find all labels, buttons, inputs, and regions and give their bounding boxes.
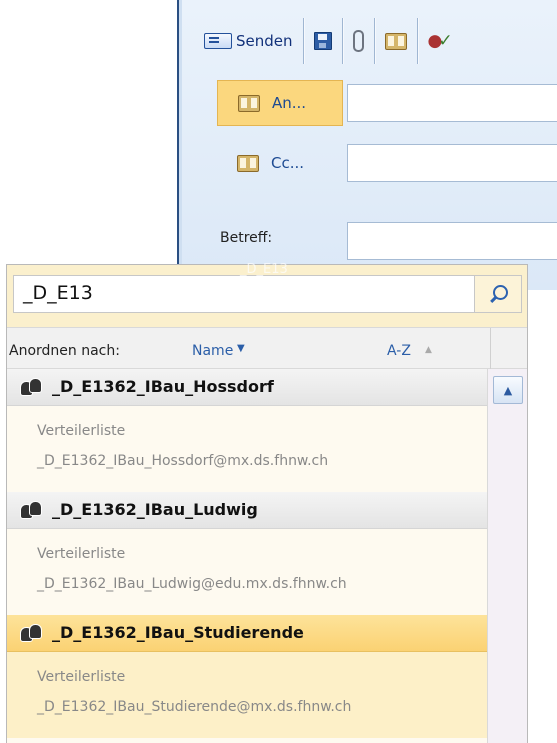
compose-toolbar: Senden ●✓ xyxy=(182,10,557,72)
send-icon xyxy=(204,33,232,49)
cc-field[interactable] xyxy=(347,144,557,182)
chevron-up-icon: ▲ xyxy=(503,383,513,397)
to-row: An... xyxy=(182,80,557,126)
cc-button[interactable]: Cc... xyxy=(217,140,343,186)
to-button[interactable]: An... xyxy=(217,80,343,126)
search-input[interactable]: _D_E13 xyxy=(13,275,475,313)
save-button[interactable] xyxy=(304,14,342,68)
list-item-email: _D_E1362_IBau_Ludwig@edu.mx.ds.fhnw.ch xyxy=(37,576,347,592)
list-item-type: Verteilerliste xyxy=(37,546,126,562)
sort-bar: Anordnen nach: Name ▼ A-Z ▲ xyxy=(7,327,527,370)
list-item[interactable]: _D_E1362_IBau_Ludwig Verteilerliste _D_E… xyxy=(7,492,487,615)
sort-field-selector[interactable]: Name xyxy=(192,343,233,359)
cc-row: Cc... xyxy=(182,140,557,184)
sort-ascending-icon: ▲ xyxy=(425,345,432,355)
address-book-icon xyxy=(384,32,407,50)
scroll-up-button[interactable]: ▲ xyxy=(493,376,523,404)
list-item-type: Verteilerliste xyxy=(37,669,126,685)
attach-button[interactable] xyxy=(343,14,374,68)
list-item-type: Verteilerliste xyxy=(37,423,126,439)
list-item-email: _D_E1362_IBau_Hossdorf@mx.ds.fhnw.ch xyxy=(37,453,329,469)
list-item-name: _D_E1362_IBau_Ludwig xyxy=(52,500,258,519)
list-item-name: _D_E1362_IBau_Hossdorf xyxy=(52,377,274,396)
to-button-label: An... xyxy=(272,94,307,112)
search-icon xyxy=(492,284,508,300)
save-icon xyxy=(313,32,332,50)
check-names-icon: ●✓ xyxy=(427,31,453,51)
distribution-list-icon xyxy=(20,501,44,519)
drag-ghost-text: _D_E13 xyxy=(240,262,288,277)
check-names-button[interactable]: ●✓ xyxy=(418,14,463,68)
address-book-button[interactable] xyxy=(375,14,417,68)
list-item-header: _D_E1362_IBau_Ludwig xyxy=(7,492,487,529)
compose-window-body: Senden ●✓ An... Cc... Betreff: xyxy=(182,0,557,290)
list-item-selected-background xyxy=(7,652,487,738)
compose-window: Senden ●✓ An... Cc... Betreff: xyxy=(177,0,557,290)
cc-button-label: Cc... xyxy=(271,154,305,172)
list-item-header: _D_E1362_IBau_Hossdorf xyxy=(7,369,487,406)
list-item-header: _D_E1362_IBau_Studierende xyxy=(7,615,487,652)
search-button[interactable] xyxy=(475,275,522,313)
sort-label: Anordnen nach: xyxy=(9,343,120,359)
distribution-list-icon xyxy=(20,624,44,642)
chevron-down-icon[interactable]: ▼ xyxy=(237,343,245,354)
to-field[interactable] xyxy=(347,84,557,122)
distribution-list-icon xyxy=(20,378,44,396)
subject-row: Betreff: xyxy=(182,220,557,264)
send-button-label: Senden xyxy=(236,32,293,50)
attach-icon xyxy=(352,30,364,52)
list-item[interactable]: _D_E1362_IBau_Hossdorf Verteilerliste _D… xyxy=(7,369,487,492)
list-item-email: _D_E1362_IBau_Studierende@mx.ds.fhnw.ch xyxy=(37,699,352,715)
results-list: _D_E1362_IBau_Hossdorf Verteilerliste _D… xyxy=(7,369,487,743)
address-book-icon xyxy=(238,94,260,112)
results-scrollbar[interactable]: ▲ xyxy=(487,369,527,743)
send-button[interactable]: Senden xyxy=(182,14,303,68)
list-item-selected[interactable]: _D_E1362_IBau_Studierende Verteilerliste… xyxy=(7,615,487,738)
subject-label: Betreff: xyxy=(220,230,273,246)
sort-order-toggle[interactable]: A-Z xyxy=(387,343,411,359)
sort-separator xyxy=(490,328,491,370)
address-book-icon xyxy=(237,154,259,172)
list-item-name: _D_E1362_IBau_Studierende xyxy=(52,623,304,642)
address-search-dropdown: _D_E13 Anordnen nach: Name ▼ A-Z ▲ _D_E1… xyxy=(6,264,528,743)
subject-field[interactable] xyxy=(347,222,557,260)
